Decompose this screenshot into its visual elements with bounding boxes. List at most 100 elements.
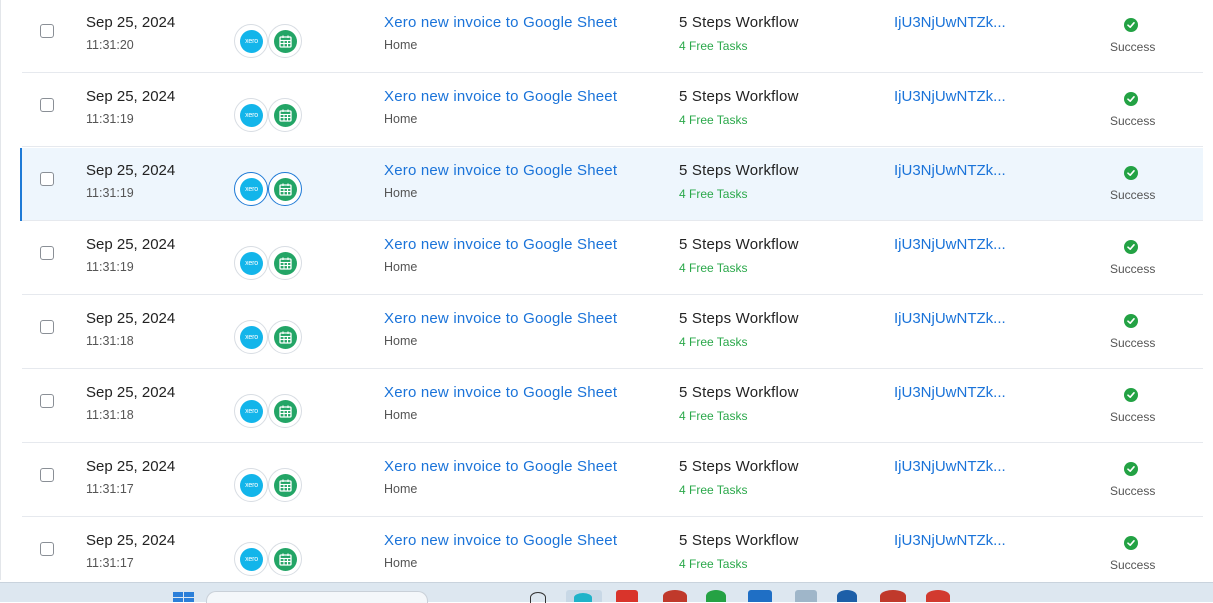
table-row[interactable]: Sep 25, 2024 11:31:18 xero Xero new invo… (22, 296, 1203, 369)
google-sheets-app-badge (268, 394, 302, 428)
run-id-link[interactable]: IjU3NjUwNTZk... (894, 310, 1006, 327)
run-time: 11:31:20 (86, 38, 134, 52)
taskbar-app-icon[interactable] (837, 590, 857, 602)
google-sheets-icon (274, 252, 297, 275)
row-checkbox[interactable] (40, 172, 54, 186)
run-time: 11:31:18 (86, 408, 134, 422)
row-content: Sep 25, 2024 11:31:17 xero Xero new invo… (22, 532, 1203, 582)
row-content: Sep 25, 2024 11:31:19 xero Xero new invo… (22, 162, 1203, 212)
status-label: Success (1110, 558, 1156, 572)
run-id-link[interactable]: IjU3NjUwNTZk... (894, 88, 1006, 105)
taskbar-app-icon[interactable] (706, 590, 726, 602)
workflow-steps: 5 Steps Workflow (679, 88, 799, 105)
run-date: Sep 25, 2024 (86, 88, 176, 105)
status-label: Success (1110, 336, 1156, 350)
row-checkbox[interactable] (40, 246, 54, 260)
free-tasks-count: 4 Free Tasks (679, 113, 748, 127)
app-icons: xero (234, 320, 314, 360)
taskbar-app-icon[interactable] (530, 592, 546, 603)
row-checkbox[interactable] (40, 320, 54, 334)
google-sheets-app-badge (268, 98, 302, 132)
workflow-title-link[interactable]: Xero new invoice to Google Sheet (384, 14, 617, 31)
workflow-title-link[interactable]: Xero new invoice to Google Sheet (384, 88, 617, 105)
app-icons: xero (234, 246, 314, 286)
workflow-steps: 5 Steps Workflow (679, 310, 799, 327)
table-row[interactable]: Sep 25, 2024 11:31:19 xero Xero new invo… (20, 148, 1203, 221)
taskbar-app-icon[interactable] (663, 590, 687, 602)
xero-icon: xero (240, 326, 263, 349)
taskbar-app-icon[interactable] (748, 590, 772, 602)
google-sheets-icon (274, 400, 297, 423)
row-checkbox[interactable] (40, 542, 54, 556)
workflow-title-link[interactable]: Xero new invoice to Google Sheet (384, 162, 617, 179)
free-tasks-count: 4 Free Tasks (679, 187, 748, 201)
xero-icon: xero (240, 104, 263, 127)
workflow-folder: Home (384, 186, 418, 200)
run-date: Sep 25, 2024 (86, 14, 176, 31)
panel-border (0, 0, 1, 580)
xero-app-badge: xero (234, 246, 268, 280)
success-check-icon (1124, 314, 1138, 328)
run-id-link[interactable]: IjU3NjUwNTZk... (894, 236, 1006, 253)
workflow-history-table: Sep 25, 2024 11:31:20 xero Xero new invo… (0, 0, 1213, 591)
taskbar-app-icon[interactable] (616, 590, 638, 602)
success-check-icon (1124, 462, 1138, 476)
free-tasks-count: 4 Free Tasks (679, 557, 748, 571)
table-row[interactable]: Sep 25, 2024 11:31:19 xero Xero new invo… (22, 74, 1203, 147)
status-label: Success (1110, 410, 1156, 424)
xero-icon: xero (240, 178, 263, 201)
run-time: 11:31:19 (86, 260, 134, 274)
table-row[interactable]: Sep 25, 2024 11:31:18 xero Xero new invo… (22, 370, 1203, 443)
workflow-title-link[interactable]: Xero new invoice to Google Sheet (384, 458, 617, 475)
run-time: 11:31:18 (86, 334, 134, 348)
workflow-folder: Home (384, 38, 418, 52)
xero-icon: xero (240, 400, 263, 423)
run-id-link[interactable]: IjU3NjUwNTZk... (894, 162, 1006, 179)
workflow-steps: 5 Steps Workflow (679, 384, 799, 401)
success-check-icon (1124, 536, 1138, 550)
taskbar-app-icon[interactable] (880, 590, 906, 602)
workflow-folder: Home (384, 408, 418, 422)
google-sheets-app-badge (268, 320, 302, 354)
taskbar-app-icon[interactable] (795, 590, 817, 602)
run-id-link[interactable]: IjU3NjUwNTZk... (894, 532, 1006, 549)
row-content: Sep 25, 2024 11:31:19 xero Xero new invo… (22, 88, 1203, 138)
row-content: Sep 25, 2024 11:31:20 xero Xero new invo… (22, 14, 1203, 64)
workflow-folder: Home (384, 556, 418, 570)
workflow-title-link[interactable]: Xero new invoice to Google Sheet (384, 384, 617, 401)
xero-icon: xero (240, 30, 263, 53)
app-icons: xero (234, 98, 314, 138)
table-row[interactable]: Sep 25, 2024 11:31:20 xero Xero new invo… (22, 0, 1203, 73)
xero-app-badge: xero (234, 98, 268, 132)
workflow-steps: 5 Steps Workflow (679, 162, 799, 179)
table-row[interactable]: Sep 25, 2024 11:31:19 xero Xero new invo… (22, 222, 1203, 295)
xero-app-badge: xero (234, 320, 268, 354)
run-date: Sep 25, 2024 (86, 162, 176, 179)
workflow-steps: 5 Steps Workflow (679, 458, 799, 475)
run-id-link[interactable]: IjU3NjUwNTZk... (894, 384, 1006, 401)
xero-app-badge: xero (234, 172, 268, 206)
workflow-steps: 5 Steps Workflow (679, 532, 799, 549)
row-content: Sep 25, 2024 11:31:18 xero Xero new invo… (22, 384, 1203, 434)
google-sheets-icon (274, 30, 297, 53)
free-tasks-count: 4 Free Tasks (679, 409, 748, 423)
success-check-icon (1124, 92, 1138, 106)
taskbar-search-box[interactable] (206, 591, 428, 603)
workflow-title-link[interactable]: Xero new invoice to Google Sheet (384, 310, 617, 327)
workflow-folder: Home (384, 334, 418, 348)
workflow-title-link[interactable]: Xero new invoice to Google Sheet (384, 236, 617, 253)
workflow-steps: 5 Steps Workflow (679, 14, 799, 31)
run-date: Sep 25, 2024 (86, 310, 176, 327)
workflow-title-link[interactable]: Xero new invoice to Google Sheet (384, 532, 617, 549)
table-row[interactable]: Sep 25, 2024 11:31:17 xero Xero new invo… (22, 444, 1203, 517)
row-checkbox[interactable] (40, 98, 54, 112)
success-check-icon (1124, 166, 1138, 180)
row-checkbox[interactable] (40, 394, 54, 408)
taskbar-app-icon[interactable] (926, 590, 950, 602)
row-checkbox[interactable] (40, 24, 54, 38)
run-id-link[interactable]: IjU3NjUwNTZk... (894, 458, 1006, 475)
run-id-link[interactable]: IjU3NjUwNTZk... (894, 14, 1006, 31)
table-row[interactable]: Sep 25, 2024 11:31:17 xero Xero new invo… (22, 518, 1203, 591)
row-checkbox[interactable] (40, 468, 54, 482)
xero-app-badge: xero (234, 468, 268, 502)
